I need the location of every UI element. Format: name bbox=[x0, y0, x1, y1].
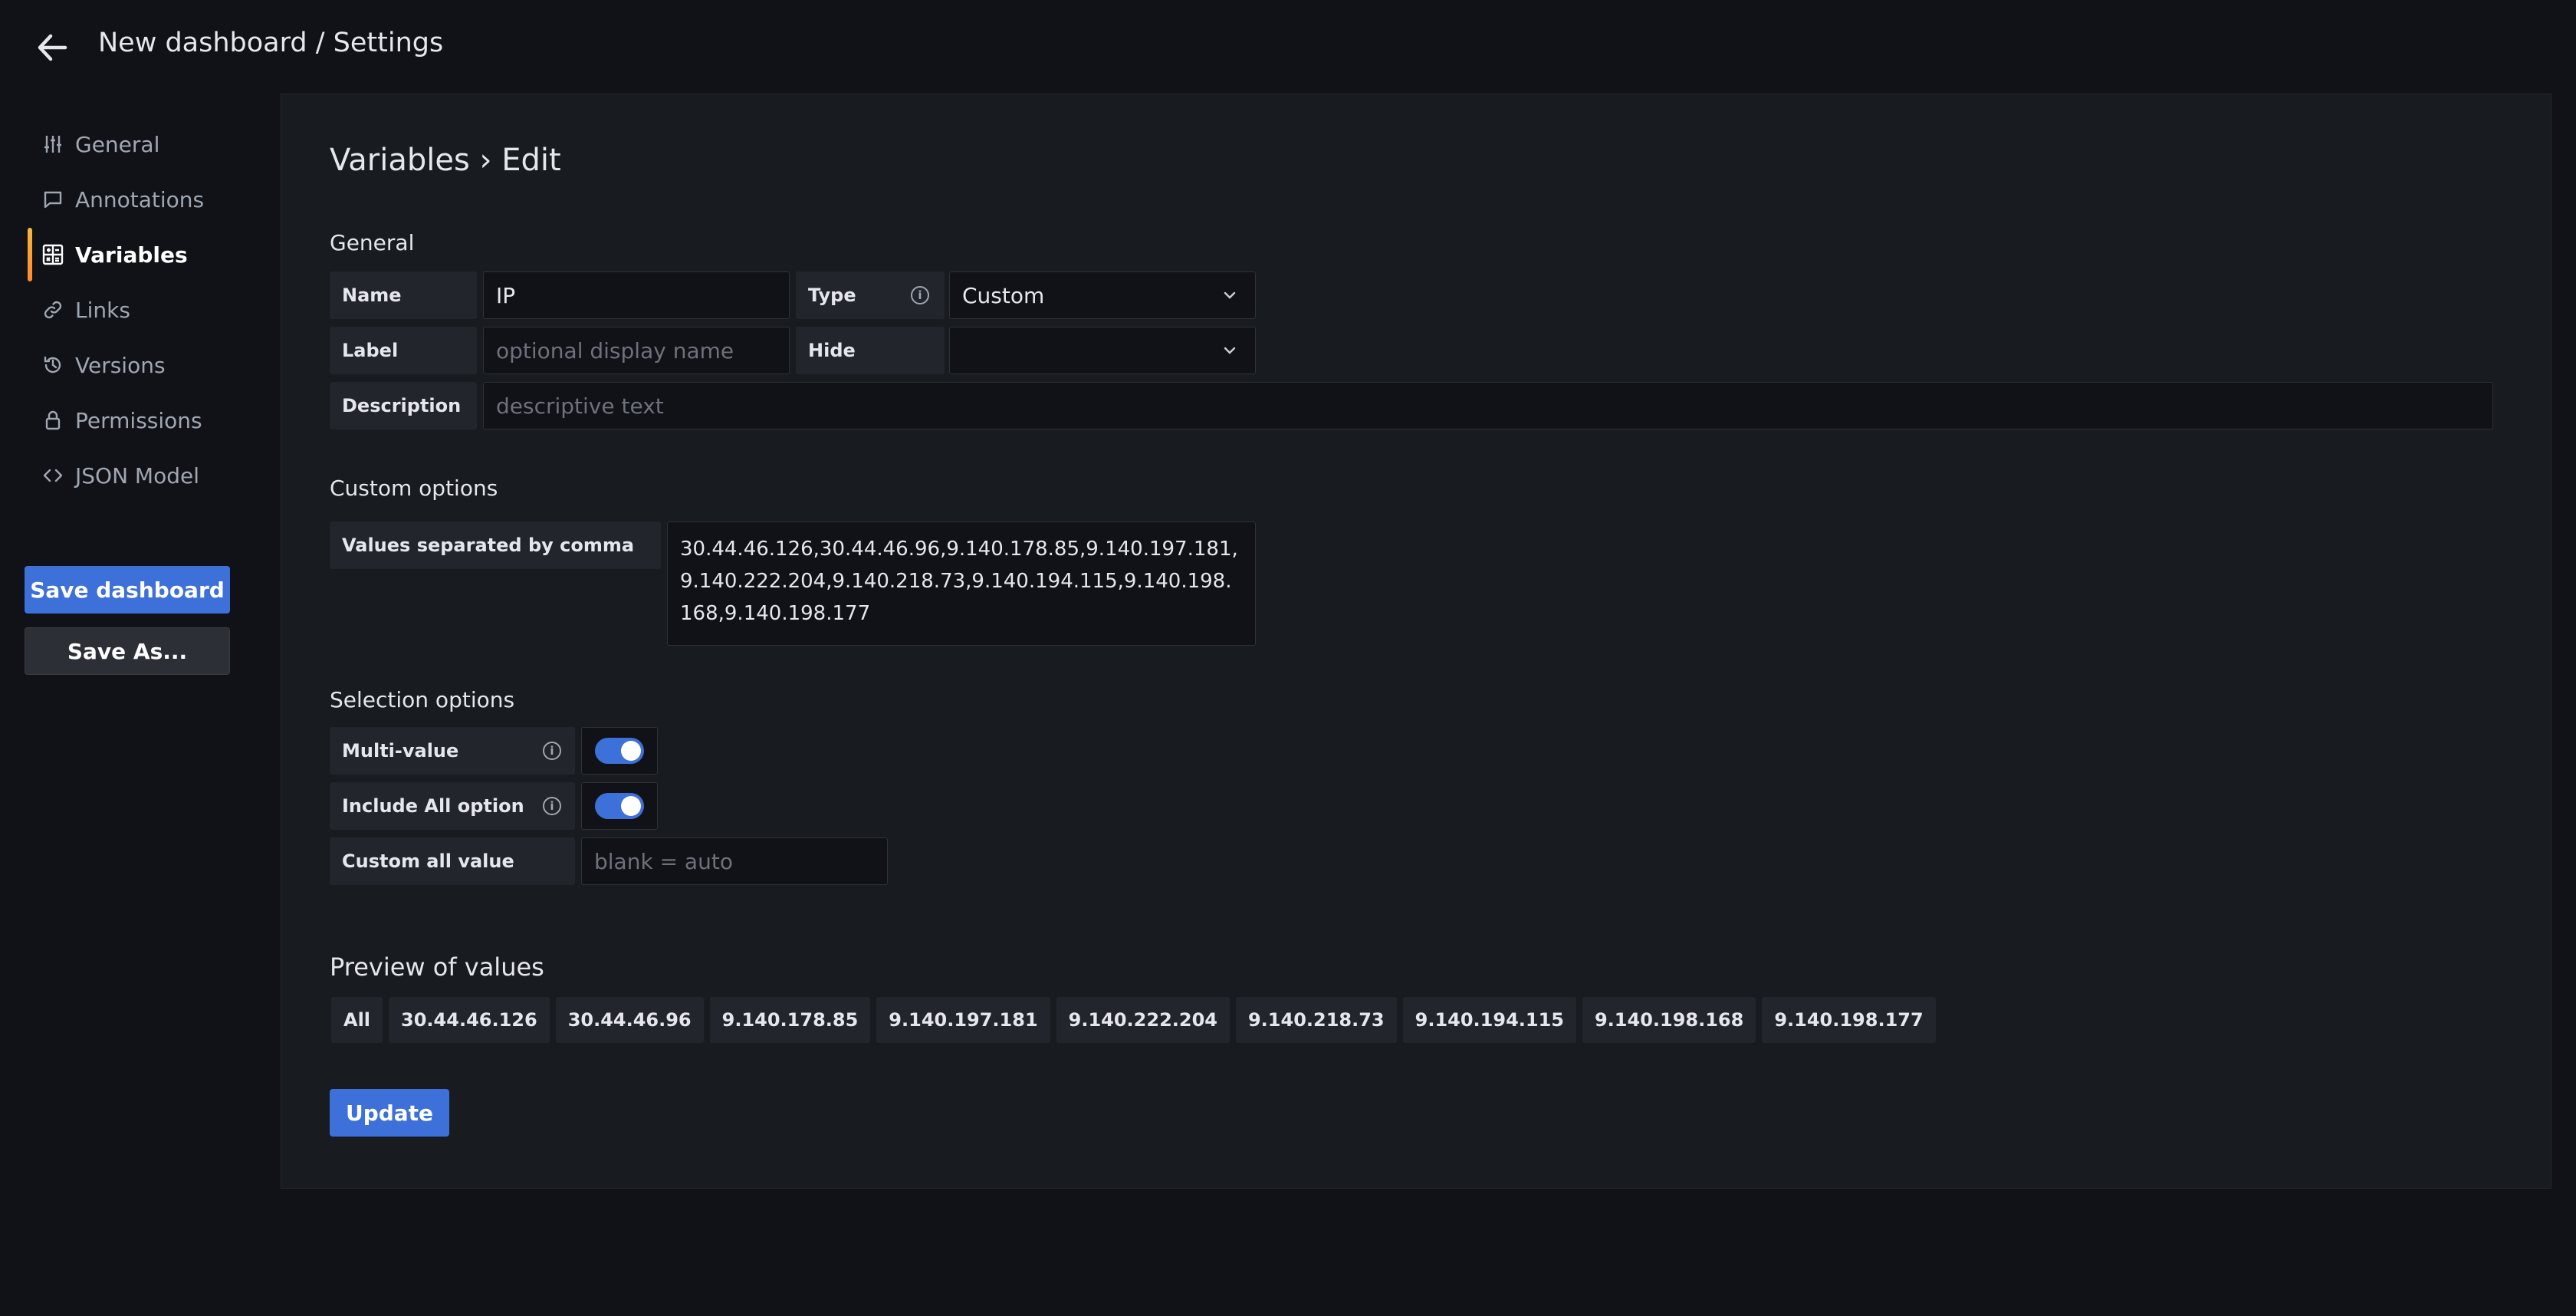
type-select-value: Custom bbox=[962, 283, 1044, 308]
label-input[interactable]: optional display name bbox=[483, 327, 790, 374]
sidebar-item-label: Links bbox=[75, 298, 130, 323]
update-button[interactable]: Update bbox=[330, 1089, 449, 1137]
multi-value-info-icon[interactable]: i bbox=[543, 742, 561, 760]
type-info-icon[interactable]: i bbox=[911, 286, 929, 304]
custom-all-label: Custom all value bbox=[330, 837, 575, 885]
hide-label: Hide bbox=[796, 327, 945, 374]
values-textarea[interactable]: 30.44.46.126,30.44.46.96,9.140.178.85,9.… bbox=[667, 521, 1256, 646]
preview-chip: 30.44.46.96 bbox=[556, 997, 704, 1043]
save-as-button[interactable]: Save As... bbox=[25, 627, 230, 675]
type-label-text: Type bbox=[808, 285, 856, 306]
sidebar-item-label: JSON Model bbox=[75, 463, 199, 489]
label-label: Label bbox=[330, 327, 477, 374]
toggle-switch bbox=[595, 793, 644, 819]
sliders-icon bbox=[41, 133, 64, 156]
preview-chip: 9.140.197.181 bbox=[876, 997, 1050, 1043]
custom-all-input[interactable]: blank = auto bbox=[581, 837, 888, 885]
sidebar-item-versions[interactable]: Versions bbox=[28, 344, 235, 387]
preview-chip: 9.140.198.168 bbox=[1582, 997, 1756, 1043]
multi-value-label: Multi-value bbox=[330, 727, 575, 775]
preview-values: All 30.44.46.126 30.44.46.96 9.140.178.8… bbox=[331, 997, 1936, 1043]
preview-chip: 9.140.218.73 bbox=[1236, 997, 1397, 1043]
sidebar-item-general[interactable]: General bbox=[28, 123, 235, 166]
page-title: New dashboard / Settings bbox=[98, 28, 443, 58]
description-input[interactable]: descriptive text bbox=[483, 382, 2493, 429]
code-icon bbox=[41, 464, 64, 487]
sidebar-item-variables[interactable]: Variables bbox=[28, 233, 235, 276]
chevron-down-icon bbox=[1221, 286, 1239, 304]
preview-chip: 9.140.194.115 bbox=[1403, 997, 1576, 1043]
preview-chip: 9.140.198.177 bbox=[1762, 997, 1935, 1043]
save-dashboard-button[interactable]: Save dashboard bbox=[25, 566, 230, 614]
back-arrow-icon[interactable] bbox=[34, 31, 71, 64]
sidebar-item-label: Annotations bbox=[75, 187, 204, 212]
multi-value-toggle[interactable] bbox=[581, 727, 658, 775]
values-label: Values separated by comma bbox=[330, 521, 661, 569]
include-all-label: Include All option bbox=[330, 782, 575, 830]
preview-chip: 9.140.178.85 bbox=[710, 997, 871, 1043]
include-all-toggle[interactable] bbox=[581, 782, 658, 830]
general-section-title: General bbox=[330, 230, 414, 255]
sidebar-item-label: General bbox=[75, 132, 159, 157]
description-label: Description bbox=[330, 382, 477, 429]
sidebar-item-json-model[interactable]: JSON Model bbox=[28, 454, 235, 497]
preview-chip: 30.44.46.126 bbox=[389, 997, 550, 1043]
sidebar-item-label: Versions bbox=[75, 353, 166, 378]
name-label: Name bbox=[330, 271, 477, 319]
link-icon bbox=[41, 298, 64, 321]
preview-chip: All bbox=[331, 997, 383, 1043]
toggle-switch bbox=[595, 738, 644, 764]
sidebar-item-links[interactable]: Links bbox=[28, 288, 235, 331]
chevron-down-icon bbox=[1221, 341, 1239, 360]
hide-select[interactable] bbox=[949, 327, 1256, 374]
lock-icon bbox=[41, 409, 64, 432]
include-all-info-icon[interactable]: i bbox=[543, 797, 561, 815]
sidebar-item-label: Permissions bbox=[75, 408, 202, 433]
custom-options-title: Custom options bbox=[330, 475, 498, 501]
type-select[interactable]: Custom bbox=[949, 271, 1256, 319]
page-heading: Variables › Edit bbox=[330, 143, 561, 178]
top-bar: New dashboard / Settings bbox=[0, 0, 2576, 94]
preview-title: Preview of values bbox=[330, 952, 544, 982]
history-icon bbox=[41, 354, 64, 377]
sidebar-item-permissions[interactable]: Permissions bbox=[28, 399, 235, 442]
selection-options-title: Selection options bbox=[330, 687, 514, 712]
name-input[interactable]: IP bbox=[483, 271, 790, 319]
preview-chip: 9.140.222.204 bbox=[1056, 997, 1230, 1043]
sidebar-item-label: Variables bbox=[75, 242, 188, 268]
comment-icon bbox=[41, 188, 64, 211]
calculator-icon bbox=[41, 243, 64, 266]
sidebar-item-annotations[interactable]: Annotations bbox=[28, 178, 235, 221]
